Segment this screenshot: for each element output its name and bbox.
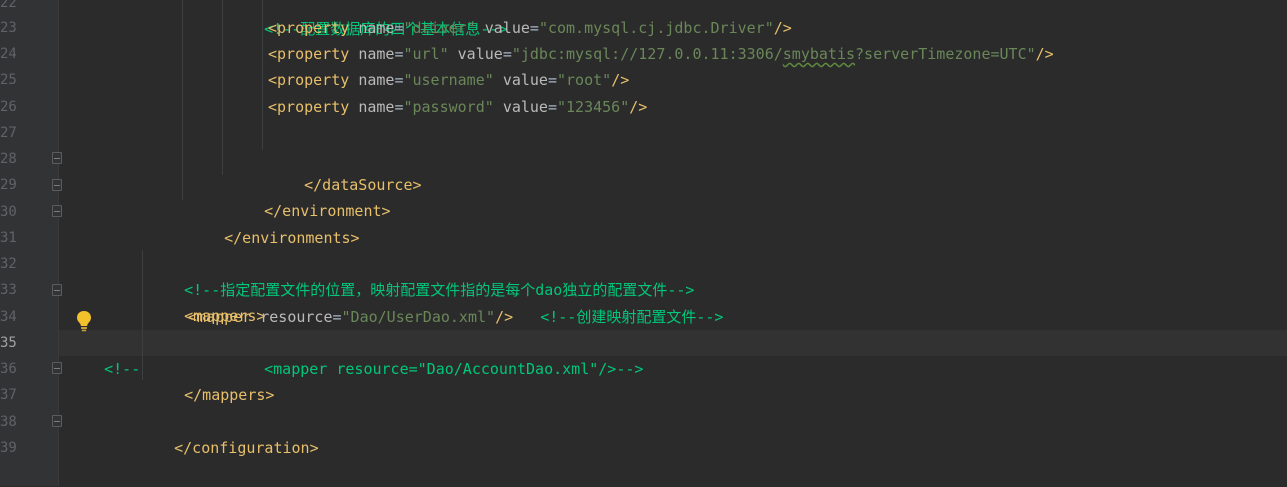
code-line[interactable]: </environment> — [228, 172, 390, 220]
line-number: 24 — [0, 46, 17, 62]
code-line[interactable]: <!--配置数据库的四个基本信息--> — [228, 0, 507, 38]
line-number: 28 — [0, 151, 17, 167]
xml-tag: <property — [268, 98, 350, 116]
line-number: 29 — [0, 177, 17, 193]
indent-guide — [142, 250, 143, 380]
code-line[interactable]: <property name="password" value="123456"… — [268, 94, 647, 120]
code-line[interactable]: <property name="url" value="jdbc:mysql:/… — [268, 41, 1054, 67]
line-number: 39 — [0, 440, 17, 456]
code-line[interactable]: <property name="username" value="root"/> — [268, 67, 629, 93]
xml-tag-close: /> — [611, 71, 630, 89]
xml-value: "jdbc:mysql://127.0.0.11:3306/ — [511, 45, 783, 63]
fold-marker-icon[interactable] — [52, 179, 62, 191]
xml-tag: </mappers> — [184, 386, 275, 404]
xml-attribute: value — [502, 98, 548, 116]
xml-attribute: name — [358, 45, 395, 63]
xml-tag-close: /> — [773, 19, 792, 37]
xml-value: "123456" — [557, 98, 630, 116]
xml-value: "username" — [403, 71, 494, 89]
fold-marker-icon[interactable] — [52, 205, 62, 217]
line-number: 25 — [0, 72, 17, 88]
xml-value: "com.mysql.cj.jdbc.Driver" — [538, 19, 774, 37]
code-line[interactable]: </mappers> — [148, 356, 274, 404]
line-number: 26 — [0, 99, 17, 115]
line-number: 38 — [0, 414, 17, 430]
xml-tag: <property — [268, 45, 350, 63]
fold-marker-icon[interactable] — [52, 152, 62, 164]
xml-value: "url" — [403, 45, 449, 63]
line-number: 36 — [0, 361, 17, 377]
code-line[interactable]: <!-- — [68, 330, 140, 378]
spellcheck-word[interactable]: smybatis — [783, 45, 855, 63]
eq-sign: = — [547, 71, 557, 89]
xml-tag-close: /> — [629, 98, 648, 116]
xml-comment: <mapper resource="Dao/AccountDao.xml"/>-… — [264, 360, 644, 378]
indent-guide — [222, 0, 223, 175]
xml-tag-close: /> — [495, 308, 514, 326]
line-number: 30 — [0, 204, 17, 220]
xml-attribute: name — [358, 98, 395, 116]
line-number: 31 — [0, 230, 17, 246]
eq-sign: = — [502, 45, 512, 63]
code-line[interactable]: <mapper resource="Dao/UserDao.xml"/> <!-… — [188, 304, 723, 330]
xml-value: "driver" — [403, 19, 476, 37]
xml-attribute: resource — [260, 308, 333, 326]
code-line[interactable]: </configuration> — [138, 409, 319, 457]
line-gutter: 22 23 24 25 26 27 28 29 30 31 32 33 34 3… — [0, 0, 62, 486]
line-number: 37 — [0, 387, 17, 403]
xml-tag-close: /> — [1035, 45, 1054, 63]
code-line[interactable]: <!--指定配置文件的位置，映射配置文件指的是每个dao独立的配置文件--> — [148, 251, 694, 299]
xml-attribute: value — [502, 71, 548, 89]
code-line[interactable]: <mappers> — [148, 277, 265, 325]
eq-sign: = — [332, 308, 342, 326]
line-number-current: 35 — [0, 335, 17, 351]
code-line[interactable]: <mapper resource="Dao/AccountDao.xml"/>-… — [228, 330, 643, 378]
xml-tag: <property — [268, 19, 350, 37]
xml-attribute: name — [358, 71, 395, 89]
indent-guide — [182, 0, 183, 200]
xml-value: "root" — [557, 71, 612, 89]
code-line[interactable]: <property name="driver" value="com.mysql… — [268, 15, 792, 41]
fold-marker-icon[interactable] — [52, 362, 62, 374]
line-number: 33 — [0, 282, 17, 298]
xml-value: "password" — [403, 98, 494, 116]
line-number: 27 — [0, 125, 17, 141]
xml-comment-open: <!-- — [104, 360, 141, 378]
xml-tag: </environments> — [224, 229, 360, 247]
lightbulb-icon[interactable] — [76, 310, 92, 332]
xml-attribute: value — [457, 45, 503, 63]
line-number: 23 — [0, 20, 17, 36]
code-line[interactable]: </environments> — [188, 199, 359, 247]
eq-sign: = — [529, 19, 539, 37]
eq-sign: = — [547, 98, 557, 116]
xml-tag: <mapper — [188, 308, 252, 326]
xml-attribute: value — [484, 19, 530, 37]
xml-tag: <property — [268, 71, 350, 89]
xml-attribute: name — [358, 19, 395, 37]
xml-value: ?serverTimezone=UTC" — [855, 45, 1036, 63]
line-number: 32 — [0, 256, 17, 272]
code-line[interactable]: </dataSource> — [268, 146, 421, 194]
fold-marker-icon[interactable] — [52, 284, 62, 296]
xml-tag: </configuration> — [174, 439, 319, 457]
line-number: 22 — [0, 0, 17, 11]
line-number: 34 — [0, 309, 17, 325]
fold-marker-icon[interactable] — [52, 415, 62, 427]
xml-value: "Dao/UserDao.xml" — [341, 308, 496, 326]
xml-comment: <!--创建映射配置文件--> — [540, 308, 724, 326]
code-editor[interactable]: 22 23 24 25 26 27 28 29 30 31 32 33 34 3… — [0, 0, 1287, 486]
